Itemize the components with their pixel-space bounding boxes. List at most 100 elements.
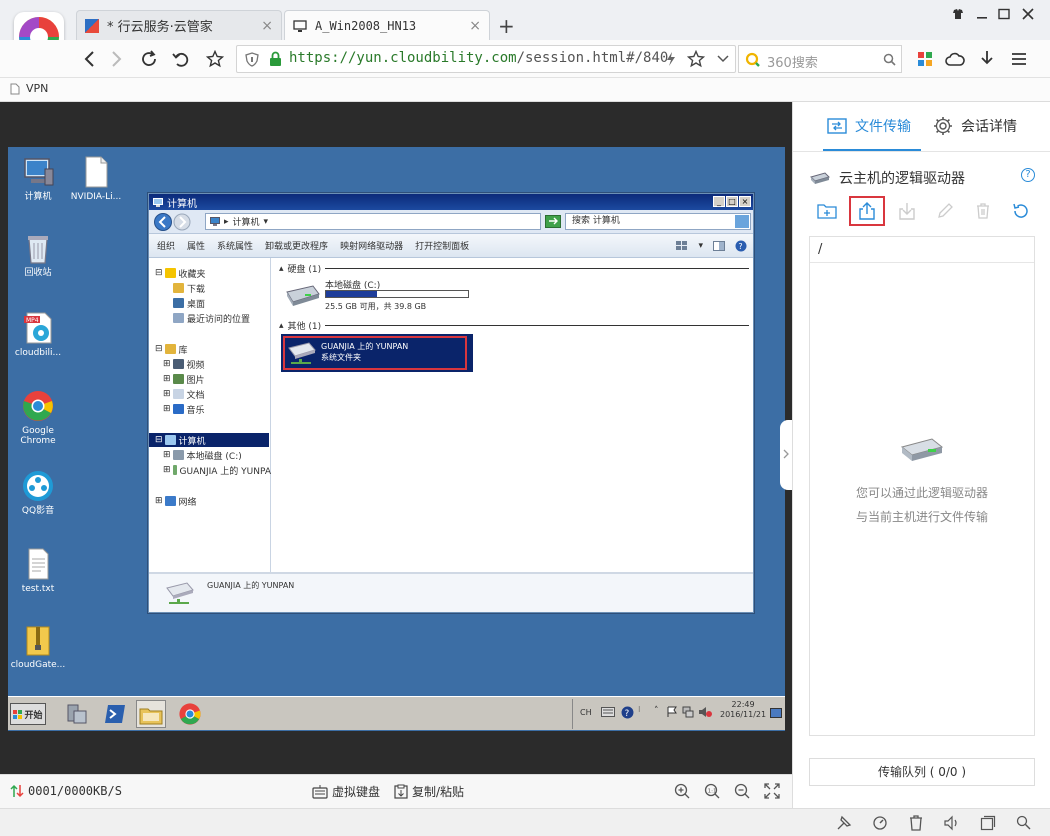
refresh-icon[interactable] <box>1003 196 1039 226</box>
zoom-in-icon[interactable] <box>674 783 690 799</box>
group-header-other[interactable]: ▴ 其他 (1) <box>279 319 749 332</box>
cloud-icon[interactable] <box>944 48 966 70</box>
preview-pane-icon[interactable] <box>713 240 725 251</box>
back-icon[interactable] <box>153 212 193 232</box>
lock-icon[interactable] <box>269 51 282 67</box>
desktop-icon-computer[interactable]: 计算机 <box>8 155 68 202</box>
help-tray-icon[interactable]: ? <box>621 706 634 719</box>
explorer-window[interactable]: 计算机 _ □ × ▸ 计算机 ▾ 搜索 计算机 组织 属性 系统属性 卸载或更… <box>148 193 754 613</box>
tab-session-details[interactable]: 会话详情 <box>933 116 1017 136</box>
tree-item-computer[interactable]: ⊟ 计算机 <box>149 433 269 447</box>
rename-pencil-icon[interactable] <box>927 196 963 226</box>
chevron-down-icon[interactable]: ▾ <box>698 241 703 251</box>
volume-tray-icon[interactable] <box>698 706 712 718</box>
tree-item-recent[interactable]: 最近访问的位置 <box>173 311 250 325</box>
help-icon[interactable]: ? <box>735 240 747 252</box>
maximize-icon[interactable]: □ <box>726 196 738 207</box>
toolbar-properties-button[interactable]: 属性 <box>187 239 205 252</box>
drive-item-c[interactable]: 本地磁盘 (C:) 25.5 GB 可用，共 39.8 GB <box>285 276 475 314</box>
bookmark-vpn[interactable]: VPN <box>10 82 48 95</box>
desktop-icon-chrome[interactable]: Google Chrome <box>8 389 68 446</box>
transfer-queue-button[interactable]: 传输队列 ( 0/0 ) <box>809 758 1035 786</box>
panel-collapse-handle[interactable] <box>780 420 792 490</box>
toolbar-map-drive-button[interactable]: 映射网络驱动器 <box>340 239 403 252</box>
delete-trash-icon[interactable] <box>965 196 1001 226</box>
back-icon[interactable] <box>78 48 100 70</box>
favorite-star-icon[interactable] <box>204 48 226 70</box>
tree-item-music[interactable]: ⊞ 音乐 <box>163 402 205 416</box>
tab-cloud-manager[interactable]: * 行云服务·云管家 × <box>76 10 282 40</box>
start-button[interactable]: 开始 <box>10 703 46 725</box>
desktop-icon-recycle-bin[interactable]: 回收站 <box>8 231 68 278</box>
desktop-icon-cloudbility-video[interactable]: MP4 cloudbili... <box>8 311 68 358</box>
url-text[interactable]: https://yun.cloudbility.com/session.html… <box>289 50 668 66</box>
close-icon[interactable]: × <box>739 196 751 207</box>
apps-grid-icon[interactable] <box>914 48 936 70</box>
address-bar[interactable]: https://yun.cloudbility.com/session.html… <box>236 45 736 73</box>
group-header-hdd[interactable]: ▴ 硬盘 (1) <box>279 262 749 275</box>
tree-item-videos[interactable]: ⊞ 视频 <box>163 357 205 371</box>
explorer-address-input[interactable]: ▸ 计算机 ▾ <box>205 213 541 230</box>
tree-item-desktop[interactable]: 桌面 <box>173 296 205 310</box>
file-list[interactable]: / 您可以通过此逻辑驱动器 与当前主机进行文件传输 <box>809 236 1035 736</box>
server-manager-icon[interactable] <box>64 703 88 725</box>
keyboard-tray-icon[interactable] <box>601 707 615 717</box>
powershell-icon[interactable] <box>104 703 126 725</box>
refresh-icon[interactable] <box>138 48 160 70</box>
tree-item-favorites[interactable]: ⊟ 收藏夹 <box>155 266 206 280</box>
toolbar-control-panel-button[interactable]: 打开控制面板 <box>415 239 469 252</box>
tree-item-pictures[interactable]: ⊞ 图片 <box>163 372 205 386</box>
maximize-icon[interactable] <box>998 8 1010 20</box>
window-icon[interactable] <box>980 815 998 831</box>
desktop-icon-nvidia[interactable]: NVIDIA-Li... <box>66 155 126 202</box>
speed-icon[interactable] <box>872 815 890 831</box>
virtual-keyboard-button[interactable]: 虚拟键盘 <box>312 783 380 800</box>
refresh-icon[interactable] <box>545 215 561 228</box>
download-icon[interactable] <box>976 48 998 70</box>
toolbar-uninstall-button[interactable]: 卸载或更改程序 <box>265 239 328 252</box>
new-tab-button[interactable]: + <box>498 14 515 38</box>
menu-icon[interactable] <box>1008 48 1030 70</box>
close-window-icon[interactable] <box>1022 8 1034 20</box>
tray-options-icon[interactable]: ⁝ <box>638 705 641 714</box>
toolbar-system-properties-button[interactable]: 系统属性 <box>217 239 253 252</box>
chevron-up-icon[interactable]: ˄ <box>654 706 659 716</box>
bookmark-star-icon[interactable] <box>687 50 705 68</box>
help-icon[interactable]: ? <box>1021 168 1035 182</box>
tree-item-documents[interactable]: ⊞ 文档 <box>163 387 205 401</box>
tree-item-guanjia-yunpan[interactable]: ⊞ GUANJIA 上的 YUNPA <box>163 463 271 477</box>
search-box[interactable]: 360搜索 <box>738 45 902 73</box>
tab-file-transfer[interactable]: 文件传输 <box>827 116 911 136</box>
upload-icon[interactable] <box>849 196 885 226</box>
forward-icon[interactable] <box>106 48 128 70</box>
zoom-reset-icon[interactable]: 1:1 <box>704 783 720 799</box>
shield-icon[interactable] <box>245 52 259 67</box>
new-folder-icon[interactable] <box>809 196 845 226</box>
skin-icon[interactable] <box>952 8 964 20</box>
flag-tray-icon[interactable] <box>666 706 678 718</box>
minimize-icon[interactable] <box>976 8 988 20</box>
toolbar-organize-button[interactable]: 组织 <box>157 239 175 252</box>
download-icon[interactable] <box>889 196 925 226</box>
lightning-icon[interactable] <box>665 51 677 67</box>
copy-paste-button[interactable]: 复制/粘贴 <box>394 783 464 800</box>
search-icon[interactable] <box>735 215 749 228</box>
remote-desktop[interactable]: 计算机 NVIDIA-Li... 回收站 MP4 cloudbili... Go… <box>8 147 785 731</box>
network-tray-icon[interactable] <box>682 706 694 718</box>
explorer-title-bar[interactable]: 计算机 _ □ × <box>149 194 753 210</box>
desktop-icon-qq-player[interactable]: QQ影音 <box>8 469 68 516</box>
desktop-icon-cloudgate[interactable]: cloudGate... <box>8 623 68 670</box>
explorer-taskbar-button[interactable] <box>136 700 166 728</box>
close-icon[interactable]: × <box>261 18 273 34</box>
ime-indicator[interactable]: CH <box>580 708 592 717</box>
tree-item-local-disk[interactable]: ⊞ 本地磁盘 (C:) <box>163 448 242 462</box>
explorer-search-input[interactable]: 搜索 计算机 <box>565 213 751 230</box>
undo-close-icon[interactable] <box>170 48 192 70</box>
tab-session[interactable]: A_Win2008_HN13 × <box>284 10 490 41</box>
tree-item-network[interactable]: ⊞ 网络 <box>155 494 197 508</box>
pin-icon[interactable] <box>836 815 854 831</box>
zoom-out-icon[interactable] <box>734 783 750 799</box>
tray-clock[interactable]: 22:49 2016/11/21 <box>720 700 766 720</box>
tree-item-downloads[interactable]: 下载 <box>173 281 205 295</box>
close-icon[interactable]: × <box>469 18 481 34</box>
